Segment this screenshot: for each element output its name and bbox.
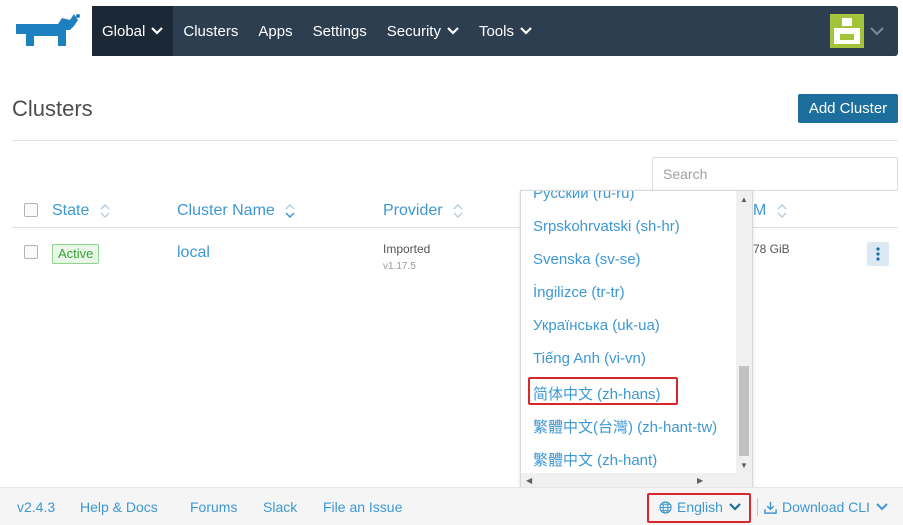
user-menu[interactable] <box>830 6 884 56</box>
sort-icon <box>777 203 787 218</box>
add-cluster-button[interactable]: Add Cluster <box>798 94 898 123</box>
chevron-down-icon <box>447 27 459 35</box>
language-dropdown: Русский (ru-ru) Srpskohrvatski (sh-hr) S… <box>520 190 753 490</box>
nav-security-label: Security <box>386 22 441 40</box>
chevron-down-icon <box>520 27 532 35</box>
column-cluster-name-label: Cluster Name <box>177 202 275 219</box>
main-nav: Global Clusters Apps Settings Security T… <box>92 6 898 56</box>
download-cli-button[interactable]: Download CLI <box>764 499 888 515</box>
avatar[interactable] <box>830 14 864 48</box>
language-option[interactable]: Tiếng Anh (vi-vn) <box>533 350 646 367</box>
version-link[interactable]: v2.4.3 <box>17 499 55 515</box>
column-ram[interactable]: M <box>753 202 787 220</box>
column-provider[interactable]: Provider <box>383 202 463 220</box>
globe-icon <box>659 500 672 514</box>
nav-settings[interactable]: Settings <box>303 6 377 56</box>
language-option[interactable]: Українська (uk-ua) <box>533 317 660 334</box>
forums-link[interactable]: Forums <box>190 499 237 515</box>
row-actions-button[interactable] <box>867 242 889 266</box>
nav-global-label: Global <box>102 22 146 40</box>
column-provider-label: Provider <box>383 202 443 219</box>
scrollbar-thumb[interactable] <box>739 366 749 456</box>
footer: v2.4.3 Help & Docs Forums Slack File an … <box>0 487 903 525</box>
table-header: State Cluster Name Provider M <box>12 196 898 228</box>
provider-value: Imported <box>383 242 431 256</box>
select-all-checkbox[interactable] <box>24 203 38 217</box>
nav-apps[interactable]: Apps <box>248 6 302 56</box>
download-icon <box>764 501 777 514</box>
sort-icon <box>285 203 295 218</box>
kebab-menu-icon <box>876 247 880 261</box>
download-cli-label: Download CLI <box>782 499 870 515</box>
nav-clusters[interactable]: Clusters <box>173 6 248 56</box>
scroll-up-icon[interactable]: ▲ <box>740 195 748 204</box>
chevron-down-icon <box>876 503 888 511</box>
nav-tools[interactable]: Tools <box>469 6 542 56</box>
status-badge: Active <box>52 244 100 264</box>
language-option[interactable]: 繁體中文 (zh-hant) <box>533 449 657 470</box>
scroll-right-icon[interactable]: ▶ <box>697 476 703 485</box>
cluster-name-link[interactable]: local <box>177 244 210 262</box>
divider <box>12 140 898 141</box>
column-state[interactable]: State <box>52 202 110 220</box>
column-ram-label: M <box>753 202 767 219</box>
column-state-label: State <box>52 202 90 219</box>
search-input[interactable] <box>652 157 898 191</box>
sort-icon <box>100 203 110 218</box>
page-title: Clusters <box>12 96 93 121</box>
scroll-down-icon[interactable]: ▼ <box>740 461 748 470</box>
chevron-down-icon <box>870 26 884 35</box>
nav-settings-label: Settings <box>312 22 367 40</box>
sort-icon <box>453 203 463 218</box>
chevron-down-icon <box>729 503 741 511</box>
nav-apps-label: Apps <box>258 22 293 40</box>
provider-version: v1.17.5 <box>383 261 416 272</box>
nav-security[interactable]: Security <box>377 6 469 56</box>
help-docs-link[interactable]: Help & Docs <box>80 499 158 515</box>
nav-tools-label: Tools <box>478 22 514 40</box>
row-checkbox[interactable] <box>24 245 38 259</box>
nav-global[interactable]: Global <box>92 6 174 56</box>
scroll-left-icon[interactable]: ◀ <box>526 476 532 485</box>
header: Global Clusters Apps Settings Security T… <box>0 0 903 62</box>
language-option[interactable]: Русский (ru-ru) <box>533 191 634 202</box>
nav-clusters-label: Clusters <box>183 22 239 40</box>
language-label: English <box>677 499 723 515</box>
slack-link[interactable]: Slack <box>263 499 297 515</box>
column-cluster-name[interactable]: Cluster Name <box>177 202 295 220</box>
table-row: Active local Imported v1.17.5 78 GiB <box>12 230 898 280</box>
language-option[interactable]: İngilizce (tr-tr) <box>533 284 625 301</box>
language-option[interactable]: Svenska (sv-se) <box>533 251 641 268</box>
language-option[interactable]: Srpskohrvatski (sh-hr) <box>533 218 680 235</box>
chevron-down-icon <box>151 27 164 35</box>
language-option[interactable]: 繁體中文(台灣) (zh-hant-tw) <box>533 416 717 437</box>
file-issue-link[interactable]: File an Issue <box>323 499 402 515</box>
divider <box>757 498 758 516</box>
highlight-box <box>528 377 678 405</box>
rancher-logo-icon[interactable] <box>10 12 82 52</box>
ram-value: 78 GiB <box>753 242 790 256</box>
vertical-scrollbar[interactable]: ▲ ▼ <box>736 191 752 475</box>
language-selector[interactable]: English <box>659 499 741 515</box>
